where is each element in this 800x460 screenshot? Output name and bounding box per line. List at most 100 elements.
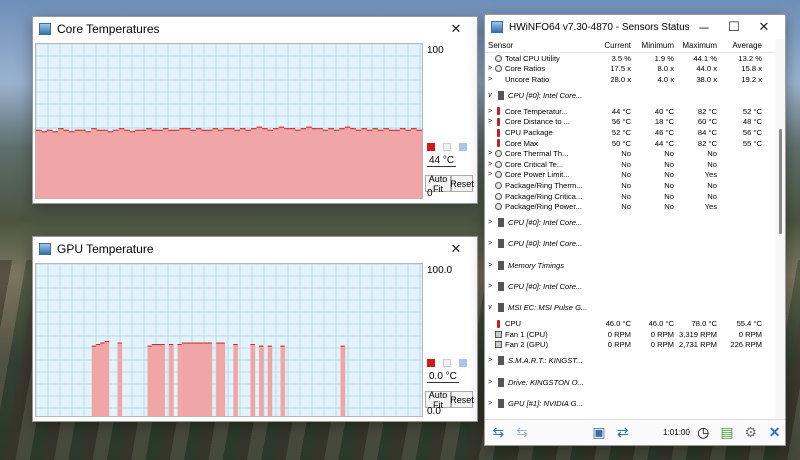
sensor-group-row[interactable]: > S.M.A.R.T.: KINGST... (485, 350, 785, 372)
expand-toggle-icon[interactable]: > (485, 65, 495, 72)
grid-color-swatch[interactable] (459, 359, 467, 367)
column-header-maximum[interactable]: Maximum (676, 41, 719, 50)
gpu-min-label: 0.0 (427, 406, 441, 417)
hardware-chip-icon (498, 218, 504, 228)
column-header-average[interactable]: Average (719, 41, 764, 50)
reset-button[interactable]: Reset (450, 391, 474, 408)
line-color-swatch[interactable] (427, 143, 435, 151)
line-color-swatch[interactable] (427, 359, 435, 367)
temperature-sample (366, 130, 373, 198)
hwinfo-toolbar: ⇆ ⇆ ▣ ⇄ 1:01:00 ◷ ▤ ⚙ ✕ (485, 419, 785, 445)
sensor-row[interactable]: CPU 46.0 °C 46.0 °C 78.0 °C 55.4 °C (485, 319, 785, 330)
temperature-sample (69, 131, 75, 198)
temperature-sample (273, 128, 280, 198)
sensor-row[interactable]: > Core Power Limit... No No Yes (485, 170, 785, 181)
therm-icon (497, 117, 500, 126)
temperature-sample (280, 346, 286, 416)
sync-icon[interactable]: ⇄ (612, 422, 633, 444)
sensor-group-row[interactable]: > CPU [#0]: Intel Core... (485, 275, 785, 298)
navigate-disabled-icon[interactable]: ⇆ (512, 422, 533, 444)
expand-toggle-icon[interactable]: > (485, 108, 495, 115)
sensor-group-row[interactable]: > CPU [#0]: Intel Core... (485, 212, 785, 234)
sensor-row[interactable]: Total CPU Utility 3.5 % 1.9 % 44.1 % 13.2 % (485, 53, 785, 64)
sensor-row[interactable]: > Core Temperatur... 44 °C 40 °C 82 °C 52 °C (485, 106, 785, 117)
column-header-minimum[interactable]: Minimum (633, 41, 676, 50)
therm-icon (497, 319, 500, 328)
navigate-left-right-icon[interactable]: ⇆ (488, 422, 509, 444)
expand-toggle-icon[interactable]: > (485, 262, 495, 269)
clock-icon[interactable]: ◷ (693, 422, 714, 444)
expand-toggle-icon[interactable]: > (485, 240, 495, 247)
hwinfo-sensors-window[interactable]: HWiNFO64 v7.30-4870 - Sensors Status ─ ☐… (484, 14, 786, 446)
expand-toggle-icon[interactable]: > (485, 400, 495, 407)
sensor-group-row[interactable]: v MSI EC: MSI Pulse G... (485, 297, 785, 319)
sensor-group-row[interactable]: > GPU [#1]: NVIDIA G... (485, 392, 785, 415)
expand-toggle-icon[interactable]: > (485, 219, 495, 226)
sensor-row[interactable]: Fan 2 (GPU) 0 RPM 0 RPM 2,731 RPM 226 RPM (485, 340, 785, 351)
sensor-minimum: 44 °C (654, 138, 674, 148)
add-report-icon[interactable]: ▤ (717, 422, 738, 444)
sensor-group-row[interactable]: > Drive: KINGSTON O... (485, 371, 785, 393)
expand-toggle-icon[interactable]: > (485, 283, 495, 290)
settings-gear-icon[interactable]: ⚙ (740, 422, 761, 444)
sensor-group-row[interactable]: > Memory Timings (485, 254, 785, 276)
expand-toggle-icon[interactable]: > (485, 161, 495, 168)
core-window-title: Core Temperatures (57, 22, 160, 36)
close-icon[interactable]: ✕ (749, 16, 779, 38)
sensor-group-row[interactable]: v CPU [#0]: Intel Core... (485, 84, 785, 107)
sensor-name: Core Power Limit... (505, 170, 570, 180)
core-temperatures-window[interactable]: Core Temperatures ✕ 100 44 °C Auto Fit R… (32, 16, 478, 204)
core-current-label: 44 °C (427, 155, 457, 167)
sensor-row[interactable]: Package/Ring Critica... No No No (485, 191, 785, 202)
column-header-current[interactable]: Current (590, 41, 633, 50)
minimize-icon[interactable]: ─ (689, 16, 719, 38)
sensor-row[interactable]: CPU Package 52 °C 46 °C 84 °C 56 °C (485, 127, 785, 138)
network-report-icon[interactable]: ▣ (589, 422, 610, 444)
expand-toggle-icon[interactable]: > (485, 379, 495, 386)
temperature-sample (267, 346, 273, 416)
maximize-icon[interactable]: ☐ (719, 16, 749, 38)
temperature-sample (177, 344, 183, 416)
graph-app-icon (39, 23, 51, 35)
close-icon[interactable]: ✕ (441, 238, 471, 260)
expand-toggle-icon[interactable]: > (485, 171, 495, 178)
expand-toggle-icon[interactable]: v (485, 92, 495, 99)
close-icon[interactable]: ✕ (441, 18, 471, 40)
temperature-sample (416, 130, 422, 198)
sensor-row[interactable]: Package/Ring Power... No No Yes (485, 201, 785, 212)
grid-color-swatch[interactable] (459, 143, 467, 151)
sensor-row[interactable]: > Core Ratios 17.5 x 8.0 x 44.0 x 15.8 x (485, 64, 785, 75)
sensor-table[interactable]: Sensor Current Minimum Maximum Average T… (485, 39, 785, 421)
temperature-sample (377, 130, 384, 198)
sensor-row[interactable]: > Core Distance to ... 56 °C 18 °C 60 °C 48 °… (485, 117, 785, 128)
gpu-window-titlebar[interactable]: GPU Temperature ✕ (33, 237, 477, 261)
sensor-row[interactable]: > Core Critical Te... No No No (485, 159, 785, 170)
sensor-average: 55.4 °C (736, 319, 762, 329)
sensor-row[interactable]: > Uncore Ratio 28.0 x 4.0 x 38.0 x 19.2 x (485, 74, 785, 85)
reset-button[interactable]: Reset (450, 175, 474, 192)
close-sensors-icon[interactable]: ✕ (764, 422, 785, 444)
sensor-row[interactable]: > Core Thermal Th... No No No (485, 148, 785, 159)
sensor-minimum: 8.0 x (657, 64, 674, 74)
column-header-sensor[interactable]: Sensor (485, 41, 590, 50)
background-color-swatch[interactable] (443, 359, 451, 367)
expand-toggle-icon[interactable]: > (485, 76, 495, 83)
sensor-maximum: 78.0 °C (691, 319, 717, 329)
gpu-temperature-window[interactable]: GPU Temperature ✕ 100.0 0.0 °C Auto Fit … (32, 236, 478, 422)
expand-toggle-icon[interactable]: > (485, 150, 495, 157)
temperature-sample (168, 344, 174, 416)
background-color-swatch[interactable] (443, 143, 451, 151)
core-window-titlebar[interactable]: Core Temperatures ✕ (33, 17, 477, 41)
sensor-row[interactable]: Fan 1 (CPU) 0 RPM 0 RPM 3,319 RPM 0 RPM (485, 329, 785, 340)
scrollbar-thumb[interactable] (779, 129, 782, 234)
sensor-row[interactable]: Core Max 50 °C 44 °C 82 °C 55 °C (485, 138, 785, 149)
sensor-row[interactable]: Package/Ring Therm... No No No (485, 180, 785, 191)
expand-toggle-icon[interactable]: > (485, 118, 495, 125)
expand-toggle-icon[interactable]: v (485, 304, 495, 311)
sensor-group-row[interactable]: > CPU [#0]: Intel Core... (485, 233, 785, 255)
temperature-sample (190, 130, 197, 198)
sensor-minimum: No (664, 181, 674, 191)
expand-toggle-icon[interactable]: > (485, 357, 495, 364)
vertical-scrollbar[interactable] (775, 39, 785, 421)
hwinfo-titlebar[interactable]: HWiNFO64 v7.30-4870 - Sensors Status ─ ☐… (485, 15, 785, 39)
